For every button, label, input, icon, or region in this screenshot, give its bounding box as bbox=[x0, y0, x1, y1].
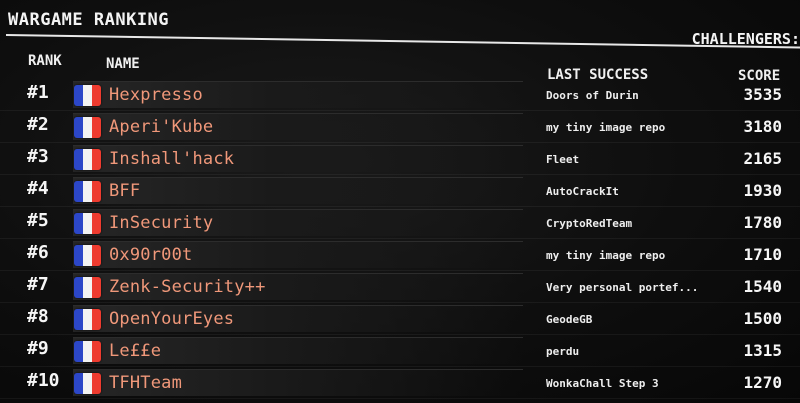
row-divider bbox=[0, 142, 800, 143]
score-cell: 1710 bbox=[743, 245, 782, 264]
team-name[interactable]: TFHTeam bbox=[109, 373, 182, 393]
team-name[interactable]: OpenYourEyes bbox=[109, 309, 234, 329]
team-name-cell: Hexpresso bbox=[73, 81, 523, 108]
table-row[interactable]: #7 Zenk-Security++ Very personal portef...… bbox=[0, 272, 800, 304]
table-row[interactable]: #1 Hexpresso Doors of Durin 3535 bbox=[0, 80, 800, 112]
row-divider bbox=[0, 366, 800, 367]
last-success-cell: Fleet bbox=[546, 153, 580, 166]
team-name[interactable]: Inshall'hack bbox=[109, 149, 234, 169]
team-name-cell: OpenYourEyes bbox=[73, 305, 523, 332]
team-name[interactable]: Hexpresso bbox=[109, 85, 203, 105]
france-flag-icon bbox=[74, 309, 101, 330]
rank-cell: #5 bbox=[27, 210, 49, 231]
score-cell: 1780 bbox=[743, 213, 782, 232]
rank-cell: #10 bbox=[27, 370, 60, 391]
rank-cell: #3 bbox=[27, 146, 49, 167]
team-name-cell: Le££e bbox=[73, 337, 523, 364]
last-success-cell: Doors of Durin bbox=[546, 89, 639, 102]
team-name-cell: InSecurity bbox=[73, 209, 523, 236]
rank-cell: #2 bbox=[27, 114, 49, 135]
france-flag-icon bbox=[74, 245, 101, 266]
row-divider bbox=[0, 398, 800, 399]
challengers-label: CHALLENGERS: bbox=[691, 30, 800, 48]
france-flag-icon bbox=[74, 341, 101, 362]
france-flag-icon bbox=[74, 373, 101, 394]
rank-cell: #4 bbox=[27, 178, 49, 199]
france-flag-icon bbox=[74, 181, 101, 202]
column-header-name: NAME bbox=[106, 56, 140, 72]
team-name-cell: BFF bbox=[73, 177, 523, 204]
last-success-cell: Very personal portef... bbox=[546, 281, 699, 294]
last-success-cell: WonkaChall Step 3 bbox=[546, 377, 659, 390]
team-name[interactable]: InSecurity bbox=[109, 213, 213, 233]
rank-cell: #7 bbox=[27, 274, 49, 295]
last-success-cell: AutoCrackIt bbox=[546, 185, 619, 198]
team-name-cell: TFHTeam bbox=[73, 369, 523, 396]
score-cell: 1500 bbox=[743, 309, 782, 328]
column-header-rank: RANK bbox=[28, 53, 62, 69]
team-name[interactable]: 0x90r00t bbox=[109, 245, 192, 265]
table-row[interactable]: #9 Le££e perdu 1315 bbox=[0, 336, 800, 368]
row-divider bbox=[0, 206, 800, 207]
team-name[interactable]: Zenk-Security++ bbox=[109, 277, 266, 297]
table-row[interactable]: #8 OpenYourEyes GeodeGB 1500 bbox=[0, 304, 800, 336]
rank-cell: #8 bbox=[27, 306, 49, 327]
table-row[interactable]: #5 InSecurity CryptoRedTeam 1780 bbox=[0, 208, 800, 240]
row-divider bbox=[0, 238, 800, 239]
table-row[interactable]: #6 0x90r00t my tiny image repo 1710 bbox=[0, 240, 800, 272]
score-cell: 3535 bbox=[743, 85, 782, 104]
last-success-cell: my tiny image repo bbox=[546, 249, 666, 262]
team-name[interactable]: Aperi'Kube bbox=[109, 117, 213, 137]
page-title: WARGAME RANKING bbox=[8, 10, 170, 30]
team-name-cell: 0x90r00t bbox=[73, 241, 523, 268]
row-divider bbox=[0, 302, 800, 303]
france-flag-icon bbox=[74, 213, 101, 234]
france-flag-icon bbox=[74, 149, 101, 170]
score-cell: 1270 bbox=[743, 373, 782, 392]
row-divider bbox=[0, 334, 800, 335]
team-name[interactable]: BFF bbox=[109, 181, 140, 201]
last-success-cell: CryptoRedTeam bbox=[546, 217, 633, 230]
rank-cell: #9 bbox=[27, 338, 49, 359]
team-name-cell: Inshall'hack bbox=[73, 145, 523, 172]
last-success-cell: my tiny image repo bbox=[546, 121, 666, 134]
france-flag-icon bbox=[74, 277, 101, 298]
score-cell: 1930 bbox=[743, 181, 782, 200]
row-divider bbox=[0, 270, 800, 271]
rank-cell: #1 bbox=[27, 82, 49, 103]
score-cell: 1540 bbox=[743, 277, 782, 296]
last-success-cell: perdu bbox=[546, 345, 580, 358]
row-divider bbox=[0, 174, 800, 175]
france-flag-icon bbox=[74, 85, 101, 106]
france-flag-icon bbox=[74, 117, 101, 138]
table-row[interactable]: #10 TFHTeam WonkaChall Step 3 1270 bbox=[0, 368, 800, 400]
row-divider bbox=[0, 110, 800, 111]
table-row[interactable]: #4 BFF AutoCrackIt 1930 bbox=[0, 176, 800, 208]
table-row[interactable]: #3 Inshall'hack Fleet 2165 bbox=[0, 144, 800, 176]
team-name[interactable]: Le££e bbox=[109, 341, 161, 361]
title-divider bbox=[5, 34, 800, 49]
table-row[interactable]: #2 Aperi'Kube my tiny image repo 3180 bbox=[0, 112, 800, 144]
last-success-cell: GeodeGB bbox=[546, 313, 593, 326]
score-cell: 1315 bbox=[743, 341, 782, 360]
team-name-cell: Aperi'Kube bbox=[73, 113, 523, 140]
team-name-cell: Zenk-Security++ bbox=[73, 273, 523, 300]
rank-cell: #6 bbox=[27, 242, 49, 263]
score-cell: 3180 bbox=[743, 117, 782, 136]
score-cell: 2165 bbox=[743, 149, 782, 168]
